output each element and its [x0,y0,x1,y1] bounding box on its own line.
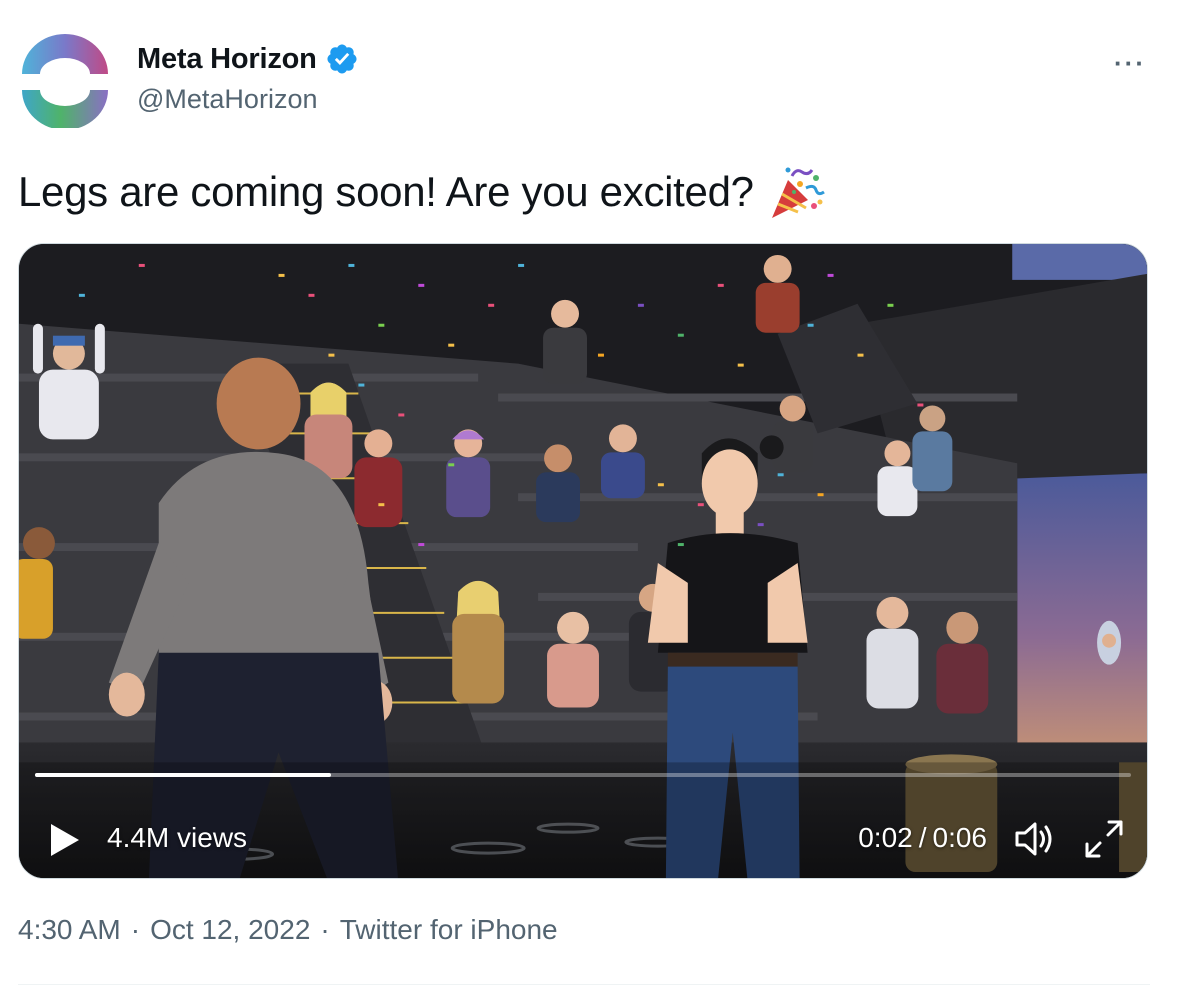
author-display-name[interactable]: Meta Horizon [137,43,317,76]
tweet-metadata: 4:30 AM · Oct 12, 2022 · Twitter for iPh… [18,914,558,946]
tweet-source[interactable]: Twitter for iPhone [340,914,558,946]
video-progress-bar[interactable] [35,773,1131,777]
author-handle[interactable]: @MetaHorizon [137,84,317,115]
author-name-row: Meta Horizon [137,42,359,76]
separator-dot: · [130,914,141,945]
video-progress-fill [35,773,331,777]
tweet-time[interactable]: 4:30 AM [18,914,121,946]
divider [18,984,1150,985]
duration: 0:06 [932,822,988,853]
separator-dot: · [320,914,330,945]
avatar[interactable] [18,34,112,128]
video-controls: 4.4M views 0:02/0:06 [19,782,1147,878]
play-icon[interactable] [49,822,81,858]
tweet-card: Meta Horizon @MetaHorizon ··· Legs are c… [0,0,1182,986]
tweet-text: Legs are coming soon! Are you excited? [18,162,826,222]
fullscreen-icon[interactable] [1083,818,1125,860]
tweet-text-content: Legs are coming soon! Are you excited? [18,168,754,215]
volume-icon[interactable] [1013,820,1055,858]
video-timestamp: 0:02/0:06 [858,822,987,854]
more-options-button[interactable]: ··· [1114,48,1146,79]
current-time: 0:02 [858,822,913,853]
video-player[interactable]: 4.4M views 0:02/0:06 [18,243,1148,879]
party-popper-icon [771,167,825,218]
verified-badge-icon [327,44,357,74]
view-count: 4.4M views [107,822,248,853]
tweet-date[interactable]: Oct 12, 2022 [150,914,310,946]
time-separator: / [918,822,927,853]
